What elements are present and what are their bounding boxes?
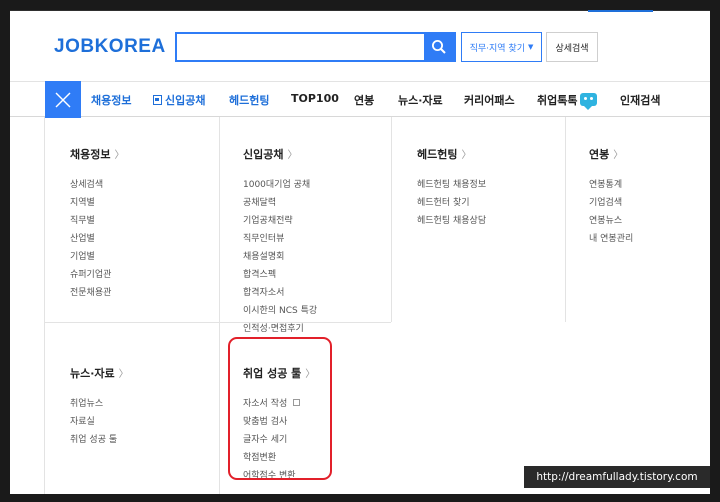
nav-item-label: 연봉	[354, 94, 375, 107]
menu-list-news: 취업뉴스 자료실 취업 성공 툴	[70, 395, 129, 449]
column-divider	[391, 117, 392, 322]
menu-title-hiring[interactable]: 채용정보 〉	[70, 146, 124, 162]
chevron-right-icon: 〉	[118, 369, 129, 380]
menu-title-news[interactable]: 뉴스·자료 〉	[70, 365, 129, 381]
jobkorea-logo[interactable]: JOBKOREA	[54, 36, 166, 58]
menu-link[interactable]: 합격스펙	[243, 266, 317, 284]
nav-item-headhunting[interactable]: 헤드헌팅	[229, 92, 269, 108]
job-region-label: 직무·지역 찾기	[469, 43, 525, 54]
row-divider	[45, 322, 391, 323]
menu-title-headhunting[interactable]: 헤드헌팅 〉	[417, 146, 486, 162]
job-region-search-button[interactable]: 직무·지역 찾기 ▼	[461, 32, 542, 62]
menu-link[interactable]: 채용설명회	[243, 248, 317, 266]
menu-link[interactable]: 산업별	[70, 230, 124, 248]
nav-item-label: 뉴스·자료	[398, 94, 443, 107]
menu-column-hiring: 채용정보 〉 상세검색 지역별 직무별 산업별 기업별 슈퍼기업관 전문채용관	[70, 146, 124, 302]
nav-item-label: 취업톡톡	[537, 94, 578, 107]
menu-list-salary: 연봉통계 기업검색 연봉뉴스 내 연봉관리	[589, 176, 633, 248]
chat-bubble-icon	[580, 93, 598, 110]
menu-link[interactable]: 직무인터뷰	[243, 230, 317, 248]
menu-link[interactable]: 기업별	[70, 248, 124, 266]
menu-link[interactable]: 헤드헌팅 채용상담	[417, 212, 486, 230]
chevron-right-icon: 〉	[613, 150, 624, 161]
nav-item-salary[interactable]: 연봉	[354, 92, 374, 108]
top-accent-line	[588, 10, 653, 12]
menu-link[interactable]: 연봉뉴스	[589, 212, 633, 230]
nav-item-label: 신입공채	[165, 94, 206, 107]
menu-list-headhunting: 헤드헌팅 채용정보 헤드헌터 찾기 헤드헌팅 채용상담	[417, 176, 486, 230]
menu-link[interactable]: 헤드헌터 찾기	[417, 194, 486, 212]
nav-item-label: TOP100	[291, 92, 339, 105]
menu-link[interactable]: 헤드헌팅 채용정보	[417, 176, 486, 194]
caret-down-icon: ▼	[528, 43, 534, 51]
menu-link[interactable]: 연봉통계	[589, 176, 633, 194]
nav-item-label: 채용정보	[91, 94, 132, 107]
menu-link[interactable]: 기업공채전략	[243, 212, 317, 230]
nav-item-label: 헤드헌팅	[229, 94, 270, 107]
blog-watermark: http://dreamfullady.tistory.com	[524, 466, 710, 488]
menu-link[interactable]: 합격자소서	[243, 284, 317, 302]
nav-item-talent-search[interactable]: 인재검색	[620, 92, 660, 108]
menu-link[interactable]: 자료실	[70, 413, 129, 431]
menu-list-hiring: 상세검색 지역별 직무별 산업별 기업별 슈퍼기업관 전문채용관	[70, 176, 124, 302]
menu-column-salary: 연봉 〉 연봉통계 기업검색 연봉뉴스 내 연봉관리	[589, 146, 633, 248]
highlight-annotation	[228, 337, 332, 480]
nav-item-talk[interactable]: 취업톡톡	[537, 92, 598, 110]
menu-title-newgrad[interactable]: 신입공채 〉	[243, 146, 317, 162]
column-divider	[565, 117, 566, 322]
main-nav: 채용정보 신입공채 헤드헌팅 TOP100 연봉 뉴스·자료 커리어패스 취업톡…	[10, 81, 710, 118]
nav-item-hiring[interactable]: 채용정보	[91, 92, 131, 108]
menu-link[interactable]: 인적성·면접후기	[243, 320, 317, 338]
menu-link[interactable]: 공채달력	[243, 194, 317, 212]
menu-link[interactable]: 내 연봉관리	[589, 230, 633, 248]
search-box	[175, 32, 456, 62]
chevron-right-icon: 〉	[287, 150, 298, 161]
menu-link[interactable]: 직무별	[70, 212, 124, 230]
menu-link[interactable]: 지역별	[70, 194, 124, 212]
search-icon	[432, 40, 446, 54]
search-button[interactable]	[424, 34, 454, 60]
menu-column-newgrad: 신입공채 〉 1000대기업 공채 공채달력 기업공채전략 직무인터뷰 채용설명회…	[243, 146, 317, 338]
nav-item-newgrad[interactable]: 신입공채	[153, 92, 205, 108]
menu-link[interactable]: 슈퍼기업관	[70, 266, 124, 284]
column-divider	[219, 117, 220, 494]
menu-link[interactable]: 취업뉴스	[70, 395, 129, 413]
menu-link[interactable]: 이시한의 NCS 특강	[243, 302, 317, 320]
chevron-right-icon: 〉	[461, 150, 472, 161]
close-icon	[55, 92, 71, 107]
menu-column-headhunting: 헤드헌팅 〉 헤드헌팅 채용정보 헤드헌터 찾기 헤드헌팅 채용상담	[417, 146, 486, 230]
nav-item-label: 커리어패스	[464, 94, 515, 107]
menu-link[interactable]: 취업 성공 툴	[70, 431, 129, 449]
menu-title-salary[interactable]: 연봉 〉	[589, 146, 633, 162]
newgrad-icon	[153, 95, 162, 105]
menu-close-button[interactable]	[45, 81, 81, 118]
browser-page: JOBKOREA 직무·지역 찾기 ▼ 상세검색 채용정보 신입공채 헤드헌팅 …	[10, 10, 710, 494]
nav-item-careerpath[interactable]: 커리어패스	[464, 92, 515, 108]
chevron-right-icon: 〉	[114, 150, 125, 161]
mega-menu: 채용정보 〉 상세검색 지역별 직무별 산업별 기업별 슈퍼기업관 전문채용관 신…	[44, 117, 710, 494]
nav-item-label: 인재검색	[620, 94, 661, 107]
menu-link[interactable]: 전문채용관	[70, 284, 124, 302]
nav-item-top100[interactable]: TOP100	[291, 92, 339, 105]
menu-list-newgrad: 1000대기업 공채 공채달력 기업공채전략 직무인터뷰 채용설명회 합격스펙 …	[243, 176, 317, 338]
detail-search-button[interactable]: 상세검색	[546, 32, 598, 62]
menu-column-news: 뉴스·자료 〉 취업뉴스 자료실 취업 성공 툴	[70, 365, 129, 449]
menu-link[interactable]: 상세검색	[70, 176, 124, 194]
menu-link[interactable]: 1000대기업 공채	[243, 176, 317, 194]
menu-link[interactable]: 기업검색	[589, 194, 633, 212]
search-input[interactable]	[177, 34, 424, 60]
nav-item-news[interactable]: 뉴스·자료	[398, 92, 443, 108]
